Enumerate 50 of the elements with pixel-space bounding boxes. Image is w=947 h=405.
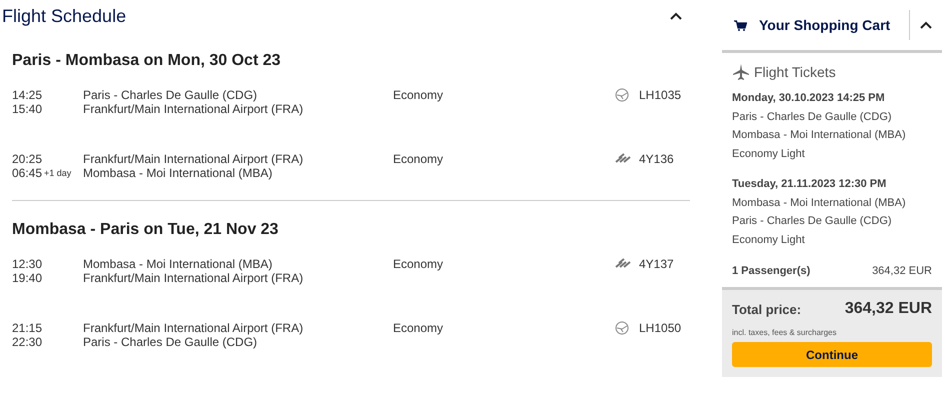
departure-airport: Mombasa - Moi International (MBA): [83, 257, 274, 271]
section-label: Flight Tickets: [754, 64, 836, 80]
continue-button[interactable]: Continue: [732, 342, 932, 367]
ticket-date: Tuesday, 21.11.2023 12:30 PM: [732, 177, 888, 192]
collapse-icon[interactable]: [670, 12, 682, 20]
total-label: Total price:: [732, 302, 802, 316]
ticket-destination: Paris - Charles De Gaulle (CDG): [732, 214, 893, 229]
total-price: 364,32 EUR: [844, 300, 932, 318]
ticket-destination: Mombasa - Moi International (MBA): [732, 128, 907, 143]
cabin-class: Economy: [393, 152, 444, 166]
journey-heading: Mombasa - Paris on Tue, 21 Nov 23: [12, 221, 280, 239]
departure-time: 14:25: [12, 88, 44, 102]
flight-number: LH1035: [639, 88, 682, 102]
ticket-date: Monday, 30.10.2023 14:25 PM: [732, 91, 886, 106]
arrival-airport: Frankfurt/Main International Airport (FRA): [83, 271, 304, 285]
departure-airport: Frankfurt/Main International Airport (FRA): [83, 321, 304, 335]
departure-airport: Paris - Charles De Gaulle (CDG): [83, 88, 258, 102]
flight-number: LH1050: [639, 321, 682, 335]
stripes-logo-icon: [615, 258, 631, 268]
cart-icon: [734, 20, 747, 30]
departure-time: 20:25: [12, 152, 44, 166]
ticket-origin: Mombasa - Moi International (MBA): [732, 196, 907, 210]
passenger-count: 1 Passenger(s): [732, 265, 810, 277]
journey-heading: Paris - Mombasa on Mon, 30 Oct 23: [12, 52, 282, 70]
section-title: Flight Schedule: [2, 6, 126, 26]
flight-number: 4Y137: [639, 257, 675, 271]
stripes-logo-icon: [615, 153, 631, 163]
arrival-time: 15:40: [12, 102, 44, 116]
arrival-airport: Frankfurt/Main International Airport (FRA): [83, 102, 304, 116]
cabin-class: Economy: [393, 257, 444, 271]
departure-airport: Frankfurt/Main International Airport (FRA): [83, 152, 304, 166]
departure-time: 12:30: [12, 257, 44, 271]
arrival-time: 19:40: [12, 271, 44, 285]
fare-type: Economy Light: [732, 146, 806, 162]
passenger-price: 364,32 EUR: [872, 265, 932, 277]
arrival-time: 22:30: [12, 335, 44, 349]
arrival-airport: Paris - Charles De Gaulle (CDG): [83, 335, 258, 349]
crane-logo-icon: [615, 321, 629, 335]
departure-time: 21:15: [12, 321, 44, 335]
cart-title: Your Shopping Cart: [759, 17, 892, 33]
fare-type: Economy Light: [732, 232, 806, 248]
cabin-class: Economy: [393, 321, 444, 335]
ticket-origin: Paris - Charles De Gaulle (CDG): [732, 110, 893, 124]
plane-icon: [732, 63, 750, 81]
flight-number: 4Y136: [639, 152, 675, 166]
collapse-icon[interactable]: [920, 21, 932, 29]
crane-logo-icon: [615, 88, 629, 102]
arrival-airport: Mombasa - Moi International (MBA): [83, 166, 274, 180]
cabin-class: Economy: [393, 88, 444, 102]
price-note: incl. taxes, fees & surcharges: [732, 328, 838, 337]
